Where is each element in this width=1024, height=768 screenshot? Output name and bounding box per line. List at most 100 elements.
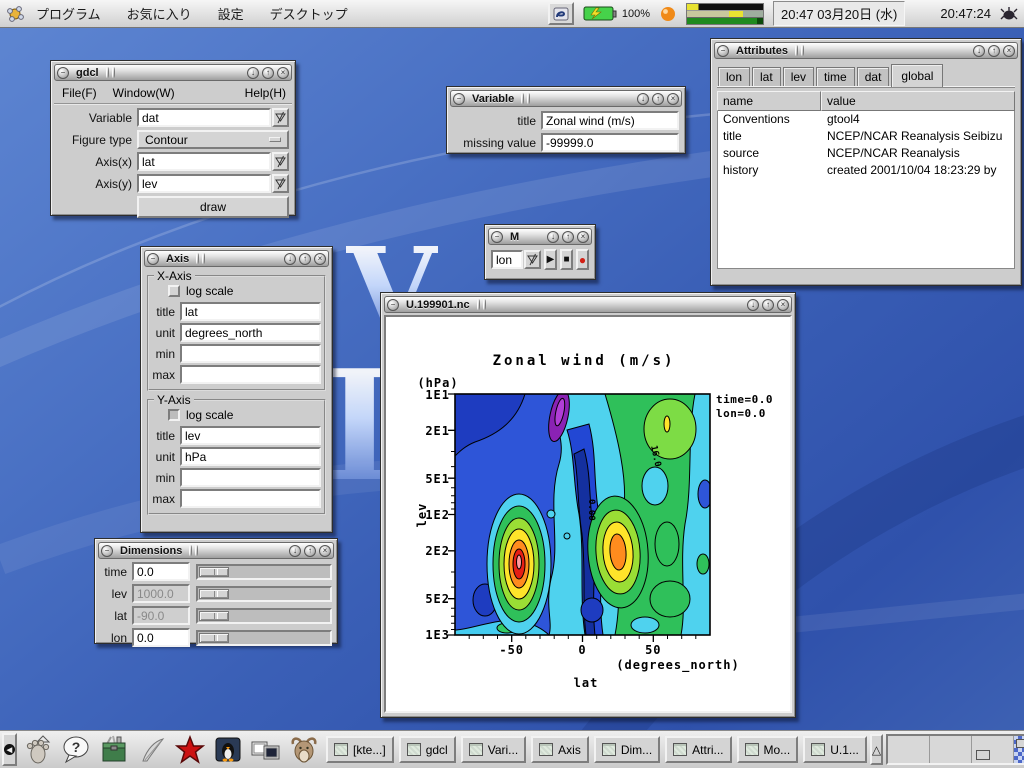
x-min-field[interactable] [180, 344, 321, 363]
window-menu-button[interactable]: − [57, 67, 69, 79]
taskbar-item-gdcl[interactable]: gdcl [399, 736, 456, 763]
minimize-button[interactable]: ↓ [637, 93, 649, 105]
gnu-launcher[interactable] [286, 732, 321, 767]
y-log-scale-checkbox[interactable] [168, 409, 180, 421]
pager-desktop-4-active[interactable] [1014, 736, 1024, 763]
minimize-button[interactable]: ↓ [547, 231, 559, 243]
record-button[interactable]: ● [576, 249, 589, 270]
taskbar-item-dimensions[interactable]: Dim... [594, 736, 660, 763]
tab-lon[interactable]: lon [718, 67, 750, 86]
maximize-button[interactable]: ↑ [262, 67, 274, 79]
titlebar[interactable]: − Attributes ↓ ↑ × [714, 42, 1018, 59]
gnome-menu-launcher[interactable] [20, 732, 55, 767]
clock-applet[interactable]: 20:47 03月20日 (水) [773, 1, 905, 26]
tray-orange-ball-icon[interactable] [659, 5, 677, 23]
close-button[interactable]: × [277, 67, 289, 79]
window-menu-button[interactable]: − [453, 93, 465, 105]
title-field[interactable]: Zonal wind (m/s) [541, 111, 679, 130]
menu-favorites[interactable]: お気に入り [127, 4, 192, 23]
y-min-field[interactable] [180, 468, 321, 487]
menu-settings[interactable]: 設定 [218, 4, 244, 23]
axis-y-field[interactable]: lev [137, 174, 271, 193]
tab-lat[interactable]: lat [752, 67, 781, 86]
main-menu-icon[interactable] [6, 5, 24, 23]
close-button[interactable]: × [577, 231, 589, 243]
terminal-launcher[interactable] [210, 732, 245, 767]
minimize-button[interactable]: ↓ [747, 299, 759, 311]
missing-value-field[interactable]: -99999.0 [541, 133, 679, 152]
x-title-field[interactable]: lat [180, 302, 321, 321]
panel-hide-left-button[interactable]: ◀ [2, 733, 17, 766]
star-launcher[interactable] [172, 732, 207, 767]
column-header-value[interactable]: value [821, 91, 1015, 111]
minimize-button[interactable]: ↓ [289, 545, 301, 557]
menu-programs[interactable]: プログラム [36, 4, 101, 23]
tab-global[interactable]: global [891, 64, 943, 87]
slider-handle[interactable] [199, 567, 229, 577]
dimension-select-field[interactable]: lon [491, 250, 523, 269]
pager-desktop-2[interactable] [930, 736, 972, 763]
figure-type-optionmenu[interactable]: Contour [137, 130, 289, 149]
lon-slider[interactable] [196, 630, 332, 646]
axis-x-dropdown-button[interactable] [272, 152, 289, 171]
titlebar[interactable]: − Variable ↓ ↑ × [450, 90, 682, 107]
window-menu-button[interactable]: − [147, 253, 159, 265]
close-button[interactable]: × [777, 299, 789, 311]
taskbar-item-attributes[interactable]: Attri... [665, 736, 731, 763]
axis-y-dropdown-button[interactable] [272, 174, 289, 193]
window-menu-button[interactable]: − [387, 299, 399, 311]
pager-desktop-1[interactable] [888, 736, 930, 763]
taskbar-item-axis[interactable]: Axis [531, 736, 589, 763]
maximize-button[interactable]: ↑ [304, 545, 316, 557]
stop-button[interactable]: ■ [560, 249, 573, 270]
titlebar[interactable]: − gdcl ↓ ↑ × [54, 64, 292, 81]
dimension-dropdown-button[interactable] [524, 250, 541, 269]
lon-field[interactable]: 0.0 [132, 628, 190, 647]
tab-time[interactable]: time [816, 67, 855, 86]
y-unit-field[interactable]: hPa [180, 447, 321, 466]
battery-applet[interactable]: 100% [583, 5, 650, 22]
maximize-button[interactable]: ↑ [562, 231, 574, 243]
x-max-field[interactable] [180, 365, 321, 384]
pager-desktop-3[interactable] [972, 736, 1014, 763]
minimize-button[interactable]: ↓ [973, 45, 985, 57]
close-button[interactable]: × [319, 545, 331, 557]
menu-help[interactable]: Help(H) [245, 86, 286, 100]
draw-button[interactable]: draw [137, 196, 289, 218]
taskbar-item-u199901[interactable]: U.1... [803, 736, 867, 763]
table-row[interactable]: history created 2001/10/04 18:23:29 by [718, 162, 1014, 179]
system-monitor-applet[interactable] [686, 3, 764, 25]
close-button[interactable]: × [314, 253, 326, 265]
menu-desktop[interactable]: デスクトップ [270, 4, 348, 23]
lev-slider[interactable] [196, 586, 332, 602]
column-header-name[interactable]: name [717, 91, 821, 111]
maximize-button[interactable]: ↑ [652, 93, 664, 105]
pager-shade-button[interactable]: △ [870, 734, 883, 765]
y-max-field[interactable] [180, 489, 321, 508]
x-log-scale-checkbox[interactable] [168, 285, 180, 297]
slider-handle[interactable] [199, 589, 229, 599]
titlebar[interactable]: − Dimensions ↓ ↑ × [98, 542, 334, 559]
taskbar-item-kterm[interactable]: [kte...] [326, 736, 394, 763]
table-row[interactable]: title NCEP/NCAR Reanalysis Seibizu [718, 128, 1014, 145]
time-field[interactable]: 0.0 [132, 562, 190, 581]
feather-launcher[interactable] [134, 732, 169, 767]
display-settings-launcher[interactable] [248, 732, 283, 767]
menu-file[interactable]: File(F) [62, 86, 97, 100]
variable-dropdown-button[interactable] [272, 108, 289, 127]
taskbar-item-variable[interactable]: Vari... [461, 736, 526, 763]
x-unit-field[interactable]: degrees_north [180, 323, 321, 342]
tab-dat[interactable]: dat [857, 67, 890, 86]
titlebar[interactable]: − U.199901.nc ↓ ↑ × [384, 296, 792, 313]
toolbox-launcher[interactable] [96, 732, 131, 767]
close-button[interactable]: × [667, 93, 679, 105]
tray-app-button[interactable] [548, 2, 574, 25]
table-row[interactable]: Conventions gtool4 [718, 111, 1014, 128]
time-slider[interactable] [196, 564, 332, 580]
help-launcher[interactable]: ? [58, 732, 93, 767]
table-row[interactable]: source NCEP/NCAR Reanalysis [718, 145, 1014, 162]
minimize-button[interactable]: ↓ [247, 67, 259, 79]
maximize-button[interactable]: ↑ [988, 45, 1000, 57]
slider-handle[interactable] [199, 611, 229, 621]
y-title-field[interactable]: lev [180, 426, 321, 445]
